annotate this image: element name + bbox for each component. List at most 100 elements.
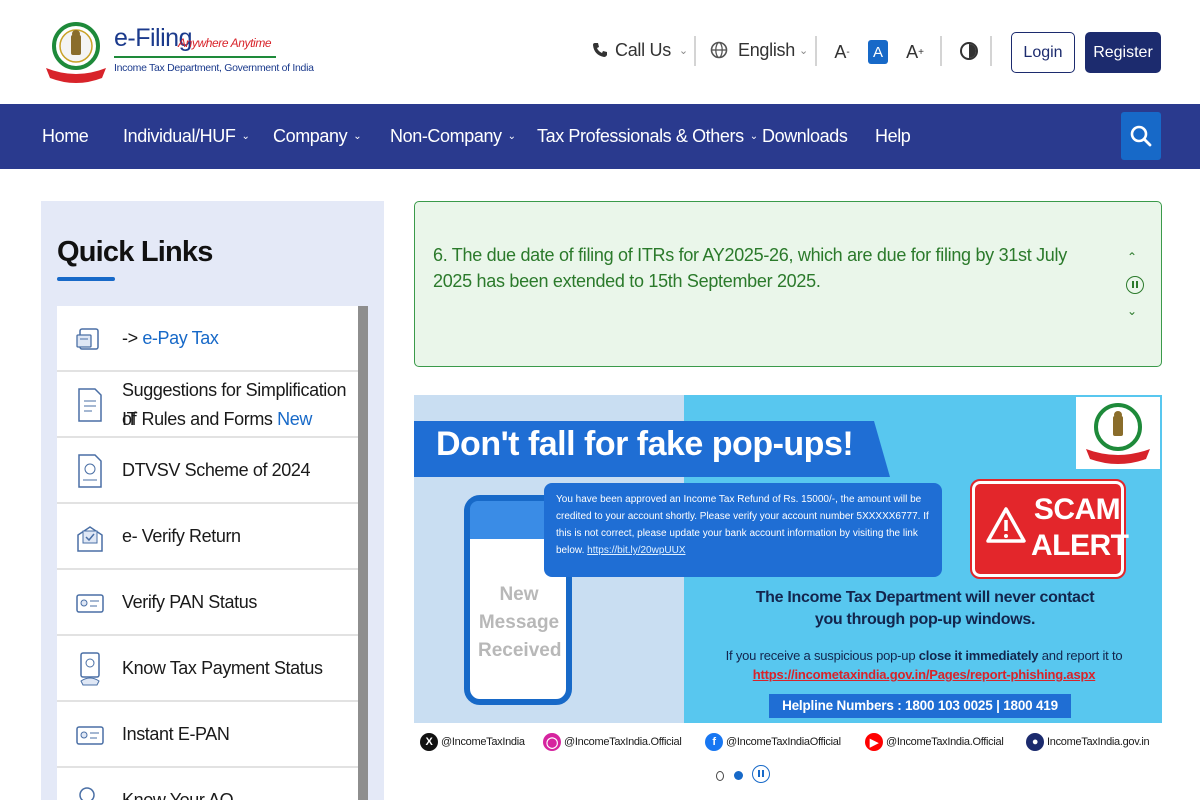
- carousel-dot-1[interactable]: [716, 771, 724, 781]
- report-phishing-link[interactable]: https://incometaxindia.gov.in/Pages/repo…: [753, 667, 1096, 682]
- social-instagram[interactable]: ◯ @IncomeTaxIndia.Official: [543, 732, 682, 752]
- font-increase-label: A: [906, 41, 919, 62]
- document-icon: [78, 388, 102, 422]
- contrast-icon[interactable]: [960, 42, 978, 60]
- font-decrease-label: A: [834, 41, 847, 62]
- social-facebook[interactable]: f @IncomeTaxIndiaOfficial: [705, 732, 841, 752]
- social-website[interactable]: ● IncomeTaxIndia.gov.in: [1026, 732, 1150, 752]
- divider: [990, 36, 992, 66]
- register-button[interactable]: Register: [1085, 32, 1161, 73]
- scam-alert-text: SCAM ALERT: [1031, 493, 1129, 562]
- nav-home-label: Home: [42, 126, 89, 146]
- social-youtube-handle: @IncomeTaxIndia.Official: [886, 736, 1004, 748]
- scam-alert-badge: SCAM ALERT: [970, 479, 1129, 579]
- nav-company-label: Company: [273, 126, 348, 146]
- font-decrease-button[interactable]: A-: [832, 40, 852, 64]
- social-youtube[interactable]: ▶ @IncomeTaxIndia.Official: [865, 732, 1004, 752]
- warning-icon: [986, 507, 1026, 543]
- verify-return-icon: [77, 526, 103, 552]
- pause-icon[interactable]: [752, 765, 770, 783]
- quick-link-know-your-ao[interactable]: Know Your AO: [57, 768, 358, 800]
- epan-icon: [76, 726, 104, 745]
- divider: [940, 36, 942, 66]
- nav-help-label: Help: [875, 126, 911, 146]
- epay-icon: [76, 328, 99, 350]
- tax-payment-icon: [80, 652, 100, 686]
- helpline-numbers: Helpline Numbers : 1800 103 0025 | 1800 …: [769, 694, 1071, 737]
- banner-headline: Don't fall for fake pop-ups!: [436, 425, 854, 463]
- notice-ticker: 6. The due date of filing of ITRs for AY…: [414, 201, 1162, 367]
- quick-link-verify-pan[interactable]: Verify PAN Status: [57, 570, 358, 636]
- font-increase-button[interactable]: A +: [905, 40, 925, 64]
- epay-prefix: ->: [122, 328, 143, 348]
- report-prefix: If you receive a suspicious pop-up: [725, 648, 916, 663]
- never-contact-text: The Income Tax Department will never con…: [755, 589, 1095, 628]
- font-normal-button[interactable]: A: [868, 40, 888, 64]
- know-ao-label: Know Your AO: [122, 790, 234, 800]
- chevron-down-icon: ⌄: [507, 131, 516, 142]
- divider: [815, 36, 817, 66]
- social-handles: X @IncomeTaxIndia ◯ @IncomeTaxIndia.Offici…: [414, 723, 1162, 760]
- quick-link-everify-return[interactable]: e- Verify Return: [57, 504, 358, 570]
- report-text: If you receive a suspicious pop-up close…: [704, 646, 1144, 684]
- nav-help[interactable]: Help: [875, 104, 911, 169]
- quick-links-title: Quick Links: [57, 236, 213, 268]
- language-dropdown[interactable]: English ⌄: [710, 30, 808, 70]
- verify-pan-label: Verify PAN Status: [122, 592, 257, 612]
- quick-link-instant-epan[interactable]: Instant E-PAN: [57, 702, 358, 768]
- chevron-down-icon[interactable]: ⌄: [1127, 304, 1137, 318]
- carousel-controls: [714, 765, 774, 785]
- pause-icon[interactable]: [1126, 276, 1144, 294]
- chevron-down-icon: ⌄: [798, 44, 809, 57]
- instagram-icon: ◯: [543, 733, 561, 751]
- login-button[interactable]: Login: [1011, 32, 1075, 73]
- social-x[interactable]: X @IncomeTaxIndia: [420, 732, 525, 752]
- title-underline: [57, 277, 115, 281]
- call-us-dropdown[interactable]: Call Us ⌄: [592, 30, 688, 70]
- web-icon: ●: [1026, 733, 1044, 751]
- chevron-down-icon: ⌄: [749, 131, 758, 142]
- chevron-up-icon[interactable]: ⌃: [1127, 250, 1137, 264]
- emblem-icon: [1086, 403, 1150, 464]
- quick-link-dtvsv[interactable]: DTVSV Scheme of 2024: [57, 438, 358, 504]
- social-website-handle: IncomeTaxIndia.gov.in: [1047, 736, 1150, 748]
- search-button[interactable]: [1121, 112, 1161, 160]
- nav-individual-huf[interactable]: Individual/HUF ⌄: [123, 104, 250, 169]
- quick-link-suggestions[interactable]: Suggestions for Simplification of IT Rul…: [57, 372, 358, 438]
- fake-popup-message: You have been approved an Income Tax Ref…: [544, 483, 942, 577]
- tax-payment-label: Know Tax Payment Status: [122, 658, 323, 678]
- banner-seal: [1076, 397, 1160, 469]
- brand-department: Income Tax Department, Government of Ind…: [114, 62, 314, 74]
- social-facebook-handle: @IncomeTaxIndiaOfficial: [726, 736, 841, 748]
- scam-alert-banner[interactable]: Don't fall for fake pop-ups! New Message…: [414, 395, 1162, 760]
- efiling-logo[interactable]: e-Filing Anywhere Anytime Income Tax Dep…: [42, 18, 314, 86]
- call-us-label: Call Us: [615, 39, 671, 60]
- social-x-handle: @IncomeTaxIndia: [441, 736, 525, 748]
- quick-link-epay-tax[interactable]: -> e-Pay Tax: [57, 306, 358, 372]
- font-normal-label: A: [872, 43, 883, 61]
- quick-link-tax-payment-status[interactable]: Know Tax Payment Status: [57, 636, 358, 702]
- search-icon: [1130, 125, 1152, 147]
- everify-label: e- Verify Return: [122, 526, 241, 546]
- report-bold: close it immediately: [918, 648, 1039, 663]
- suggestions-label-2: IT Rules and Forms: [122, 409, 273, 429]
- nav-non-company[interactable]: Non-Company ⌄: [390, 104, 516, 169]
- brand-tagline: Anywhere Anytime: [178, 36, 272, 50]
- new-badge: New: [277, 409, 312, 429]
- phone-message: New Message Received: [478, 584, 562, 661]
- chevron-down-icon: ⌄: [678, 44, 689, 57]
- x-icon: X: [420, 733, 438, 751]
- nav-individual-huf-label: Individual/HUF: [123, 126, 236, 146]
- emblem-icon: [46, 22, 106, 83]
- nav-downloads-label: Downloads: [762, 126, 848, 146]
- nav-home[interactable]: Home: [42, 104, 89, 169]
- phone-icon: [593, 43, 607, 57]
- nav-non-company-label: Non-Company: [390, 126, 502, 146]
- brand-divider: [114, 56, 276, 58]
- epay-link[interactable]: e-Pay Tax: [142, 328, 219, 348]
- nav-downloads[interactable]: Downloads: [762, 104, 848, 169]
- nav-company[interactable]: Company ⌄: [273, 104, 362, 169]
- quick-links-scrollbar[interactable]: [358, 306, 368, 800]
- nav-tax-professionals[interactable]: Tax Professionals & Others ⌄: [537, 104, 758, 169]
- carousel-dot-2[interactable]: [734, 771, 743, 780]
